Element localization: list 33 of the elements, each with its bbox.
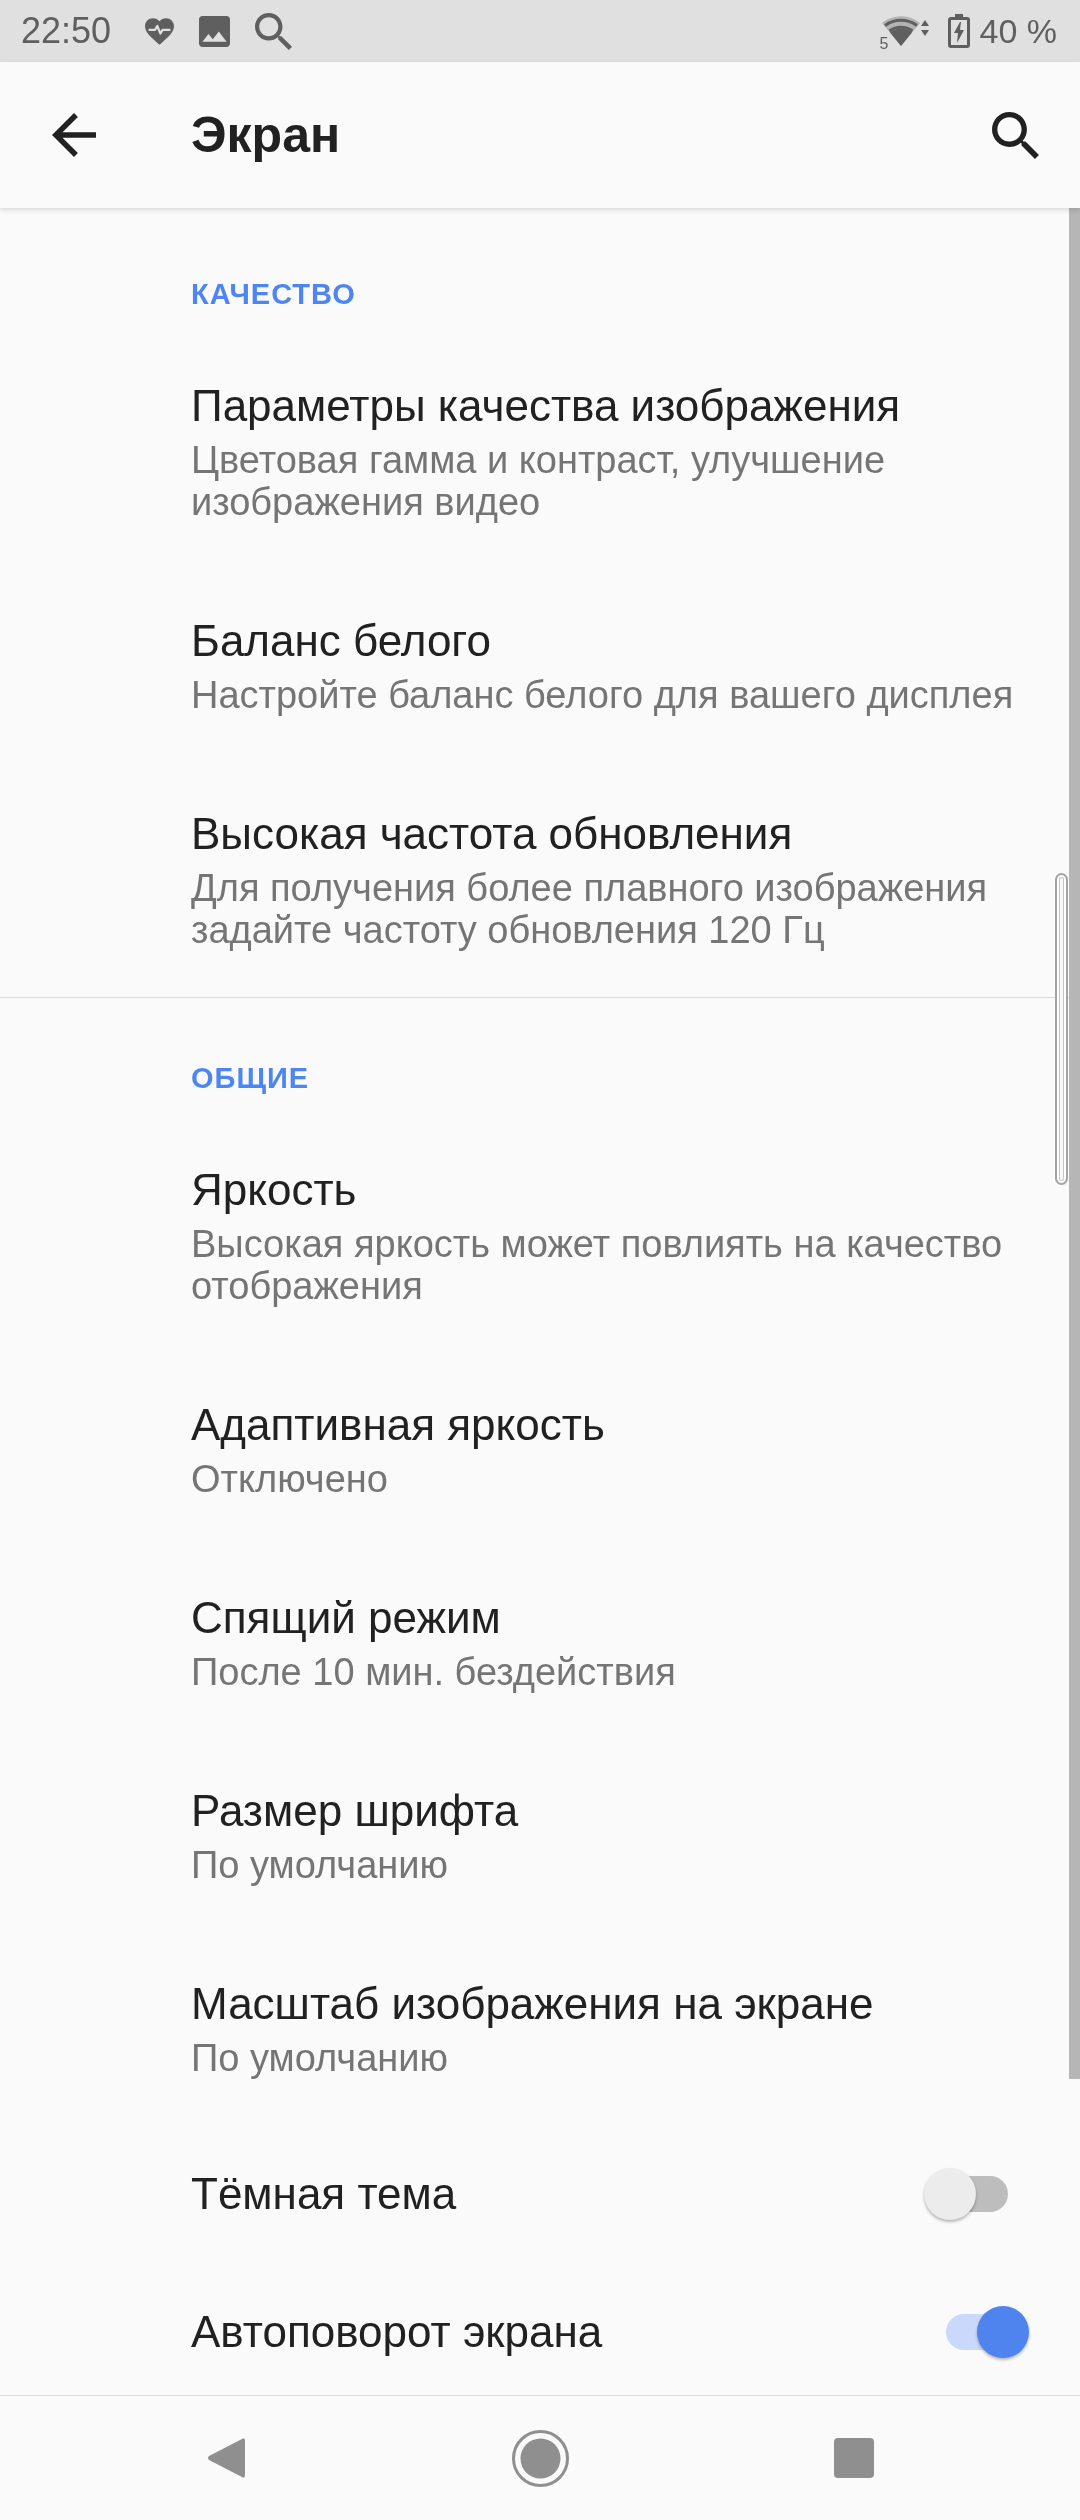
heartbeat-icon [145,17,175,45]
setting-title[interactable]: Яркость [191,1162,357,1218]
setting-summary: Высокая яркость может повлиять на качество отображения [191,1223,1004,1307]
status-time: 22:50 [21,13,112,49]
home-icon[interactable] [511,2429,569,2487]
setting-summary: По умолчанию [191,2037,448,2079]
setting-title[interactable]: Автоповорот экрана [191,2304,603,2360]
setting-title[interactable]: Масштаб изображения на экране [191,1976,874,2032]
section-header: КАЧЕСТВО [191,277,356,312]
setting-title[interactable]: Высокая частота обновления [191,806,793,862]
setting-summary: Для получения более плавного изображения задайте частоту обновления 120 Гц [191,867,989,951]
setting-title[interactable]: Баланс белого [191,613,491,669]
section-header: ОБЩИЕ [191,1061,310,1096]
setting-title[interactable]: Спящий режим [191,1590,501,1646]
network-type-label: 5 [879,36,889,52]
setting-summary: После 10 мин. бездействия [191,1651,676,1693]
screen-title: Экран [191,106,342,165]
battery-percentage: 40 % [979,14,1057,48]
setting-title[interactable]: Адаптивная яркость [191,1397,605,1453]
image-icon [199,15,231,47]
back-arrow-icon[interactable] [52,113,96,157]
search-icon [255,12,293,50]
scrollbar-thumb[interactable] [1055,873,1068,1185]
setting-summary: Настройте баланс белого для вашего дисплея [191,674,1014,716]
setting-summary: По умолчанию [191,1844,448,1886]
setting-title[interactable]: Размер шрифта [191,1783,519,1839]
battery-charging-icon [947,14,970,48]
setting-summary: Отключено [191,1458,388,1500]
back-icon[interactable] [207,2437,245,2479]
setting-summary: Цветовая гамма и контраст, улучшение изображения видео [191,439,887,523]
setting-title[interactable]: Тёмная тема [191,2166,457,2222]
search-icon[interactable] [992,111,1039,159]
setting-title[interactable]: Параметры качества изображения [191,378,901,434]
